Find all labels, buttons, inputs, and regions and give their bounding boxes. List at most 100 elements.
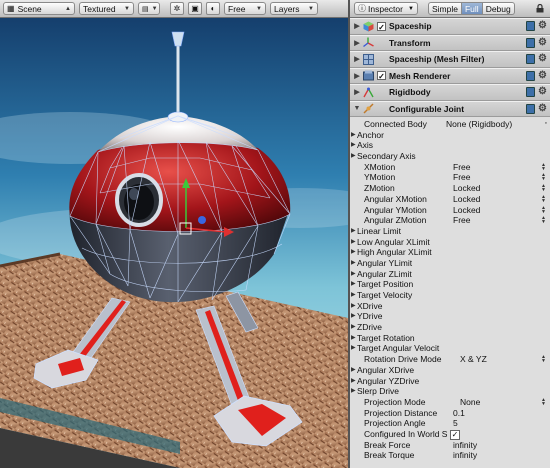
foldout-low-angular-xlimit[interactable]: ▶ Low Angular XLimit [350, 237, 550, 248]
scene-overlay-toggle[interactable]: ▣ [188, 2, 202, 15]
component-mesh-renderer[interactable]: ▶ ✓ Mesh Renderer ⚙ [350, 67, 550, 84]
configured-world-checkbox[interactable]: ✓ [450, 429, 460, 440]
foldout-axis[interactable]: ▶ Axis [350, 140, 550, 151]
foldout-slerp-drive[interactable]: ▶ Slerp Drive [350, 386, 550, 397]
help-book-icon[interactable] [526, 103, 535, 114]
object-picker-icon[interactable]: ◦ [545, 119, 547, 130]
foldout-arrow-icon[interactable]: ▶ [351, 386, 356, 397]
foldout-linear-limit[interactable]: ▶ Linear Limit [350, 226, 550, 237]
help-book-icon[interactable] [526, 87, 535, 97]
foldout-arrow-icon[interactable]: ▶ [351, 333, 356, 344]
foldout-arrow-icon[interactable]: ▶ [351, 247, 356, 258]
property-projection-mode[interactable]: Projection Mode None ▲ ▼ [350, 397, 550, 408]
dropdown-value[interactable]: Free [453, 162, 470, 173]
chevron-updown-icon[interactable]: ▲ ▼ [541, 173, 546, 182]
foldout-secondary-axis[interactable]: ▶ Secondary Axis [350, 151, 550, 162]
dropdown-value[interactable]: Free [453, 172, 470, 183]
scene-view[interactable]: ▦ Scene ▲ Textured ▼ ▤ ▼ ✲ ▣ ◐ Free ▼ La… [0, 0, 348, 468]
collapse-arrow-icon[interactable]: ▶ [352, 88, 362, 96]
foldout-zdrive[interactable]: ▶ ZDrive [350, 322, 550, 333]
foldout-arrow-icon[interactable]: ▶ [351, 290, 356, 301]
foldout-high-angular-xlimit[interactable]: ▶ High Angular XLimit [350, 247, 550, 258]
foldout-angular-xdrive[interactable]: ▶ Angular XDrive [350, 365, 550, 376]
mode-debug-button[interactable]: Debug [482, 2, 515, 15]
lock-icon[interactable] [536, 4, 544, 13]
foldout-angular-yzdrive[interactable]: ▶ Angular YZDrive [350, 376, 550, 387]
help-book-icon[interactable] [526, 37, 535, 48]
chevron-updown-icon[interactable]: ▲ ▼ [541, 205, 546, 214]
property-projection-distance[interactable]: Projection Distance 0.1 [350, 408, 550, 419]
foldout-target-angular-velocity[interactable]: ▶ Target Angular Velocit [350, 343, 550, 354]
active-checkbox[interactable]: ✓ [377, 21, 386, 32]
property-connected-body[interactable]: Connected Body None (Rigidbody) ◦ [350, 119, 550, 130]
property-projection-angle[interactable]: Projection Angle 5 [350, 418, 550, 429]
inspector-tab[interactable]: ⓘ Inspector ▼ [354, 2, 418, 15]
gear-icon[interactable]: ⚙ [538, 87, 547, 97]
camera-mode-dropdown[interactable]: Free ▼ [224, 2, 266, 15]
foldout-arrow-icon[interactable]: ▶ [351, 311, 356, 322]
scene-canvas[interactable] [0, 18, 348, 468]
foldout-arrow-icon[interactable]: ▶ [351, 258, 356, 269]
property-configured-in-world-space[interactable]: Configured In World S ✓ [350, 429, 550, 440]
mode-simple-button[interactable]: Simple [428, 2, 462, 15]
foldout-arrow-icon[interactable]: ▶ [351, 322, 356, 333]
foldout-xdrive[interactable]: ▶ XDrive [350, 301, 550, 312]
property-rotation-drive-mode[interactable]: Rotation Drive Mode X & YZ ▲ ▼ [350, 354, 550, 365]
gear-icon[interactable]: ⚙ [538, 54, 547, 64]
chevron-updown-icon[interactable]: ▲ ▼ [541, 397, 546, 406]
property-break-torque[interactable]: Break Torque infinity [350, 450, 550, 461]
color-mode-dropdown[interactable]: ▤ ▼ [138, 2, 160, 15]
foldout-ydrive[interactable]: ▶ YDrive [350, 311, 550, 322]
foldout-arrow-icon[interactable]: ▶ [351, 279, 356, 290]
number-field[interactable]: 5 [453, 418, 458, 429]
number-field[interactable]: infinity [453, 450, 477, 461]
foldout-target-velocity[interactable]: ▶ Target Velocity [350, 290, 550, 301]
component-configurable-joint[interactable]: ▼ Configurable Joint ⚙ [350, 100, 550, 117]
gizmo-z-handle[interactable] [198, 216, 206, 224]
collapse-arrow-icon[interactable]: ▶ [352, 22, 362, 30]
dropdown-value[interactable]: Locked [453, 183, 480, 194]
property-angular-ymotion[interactable]: Angular YMotion Locked ▲ ▼ [350, 205, 550, 216]
collapse-arrow-icon[interactable]: ▶ [352, 55, 362, 63]
dropdown-value[interactable]: X & YZ [460, 354, 487, 365]
property-ymotion[interactable]: YMotion Free ▲ ▼ [350, 172, 550, 183]
layers-dropdown[interactable]: Layers ▼ [270, 2, 318, 15]
scene-view-dropdown[interactable]: ▦ Scene ▲ [3, 2, 75, 15]
component-spaceship[interactable]: ▶ ✓ Spaceship ⚙ [350, 18, 550, 35]
foldout-arrow-icon[interactable]: ▶ [351, 151, 356, 162]
chevron-updown-icon[interactable]: ▲ ▼ [541, 162, 546, 171]
gear-icon[interactable]: ⚙ [538, 103, 547, 114]
mode-full-button[interactable]: Full [461, 2, 483, 15]
chevron-updown-icon[interactable]: ▲ ▼ [541, 355, 546, 364]
help-book-icon[interactable] [526, 70, 535, 81]
dropdown-value[interactable]: Locked [453, 194, 480, 205]
scene-audio-toggle[interactable]: ◐ [206, 2, 220, 15]
foldout-arrow-icon[interactable]: ▶ [351, 130, 356, 141]
property-angular-xmotion[interactable]: Angular XMotion Locked ▲ ▼ [350, 194, 550, 205]
component-mesh-filter[interactable]: ▶ Spaceship (Mesh Filter) ⚙ [350, 51, 550, 68]
component-rigidbody[interactable]: ▶ Rigidbody ⚙ [350, 84, 550, 101]
foldout-anchor[interactable]: ▶ Anchor [350, 130, 550, 141]
help-book-icon[interactable] [526, 54, 535, 64]
foldout-target-position[interactable]: ▶ Target Position [350, 279, 550, 290]
foldout-arrow-icon[interactable]: ▶ [351, 365, 356, 376]
foldout-arrow-icon[interactable]: ▶ [351, 269, 356, 280]
foldout-arrow-icon[interactable]: ▶ [351, 140, 356, 151]
chevron-updown-icon[interactable]: ▲ ▼ [541, 184, 546, 193]
gear-icon[interactable]: ⚙ [538, 21, 547, 31]
expand-arrow-icon[interactable]: ▼ [352, 105, 362, 112]
foldout-angular-zlimit[interactable]: ▶ Angular ZLimit [350, 269, 550, 280]
property-break-force[interactable]: Break Force infinity [350, 440, 550, 451]
dropdown-value[interactable]: Free [453, 215, 470, 226]
property-zmotion[interactable]: ZMotion Locked ▲ ▼ [350, 183, 550, 194]
chevron-updown-icon[interactable]: ▲ ▼ [541, 194, 546, 203]
foldout-arrow-icon[interactable]: ▶ [351, 237, 356, 248]
foldout-angular-ylimit[interactable]: ▶ Angular YLimit [350, 258, 550, 269]
help-book-icon[interactable] [526, 21, 535, 31]
gear-icon[interactable]: ⚙ [538, 70, 547, 81]
foldout-arrow-icon[interactable]: ▶ [351, 226, 356, 237]
dropdown-value[interactable]: None [460, 397, 480, 408]
property-xmotion[interactable]: XMotion Free ▲ ▼ [350, 162, 550, 173]
foldout-arrow-icon[interactable]: ▶ [351, 376, 356, 387]
dropdown-value[interactable]: Locked [453, 205, 480, 216]
